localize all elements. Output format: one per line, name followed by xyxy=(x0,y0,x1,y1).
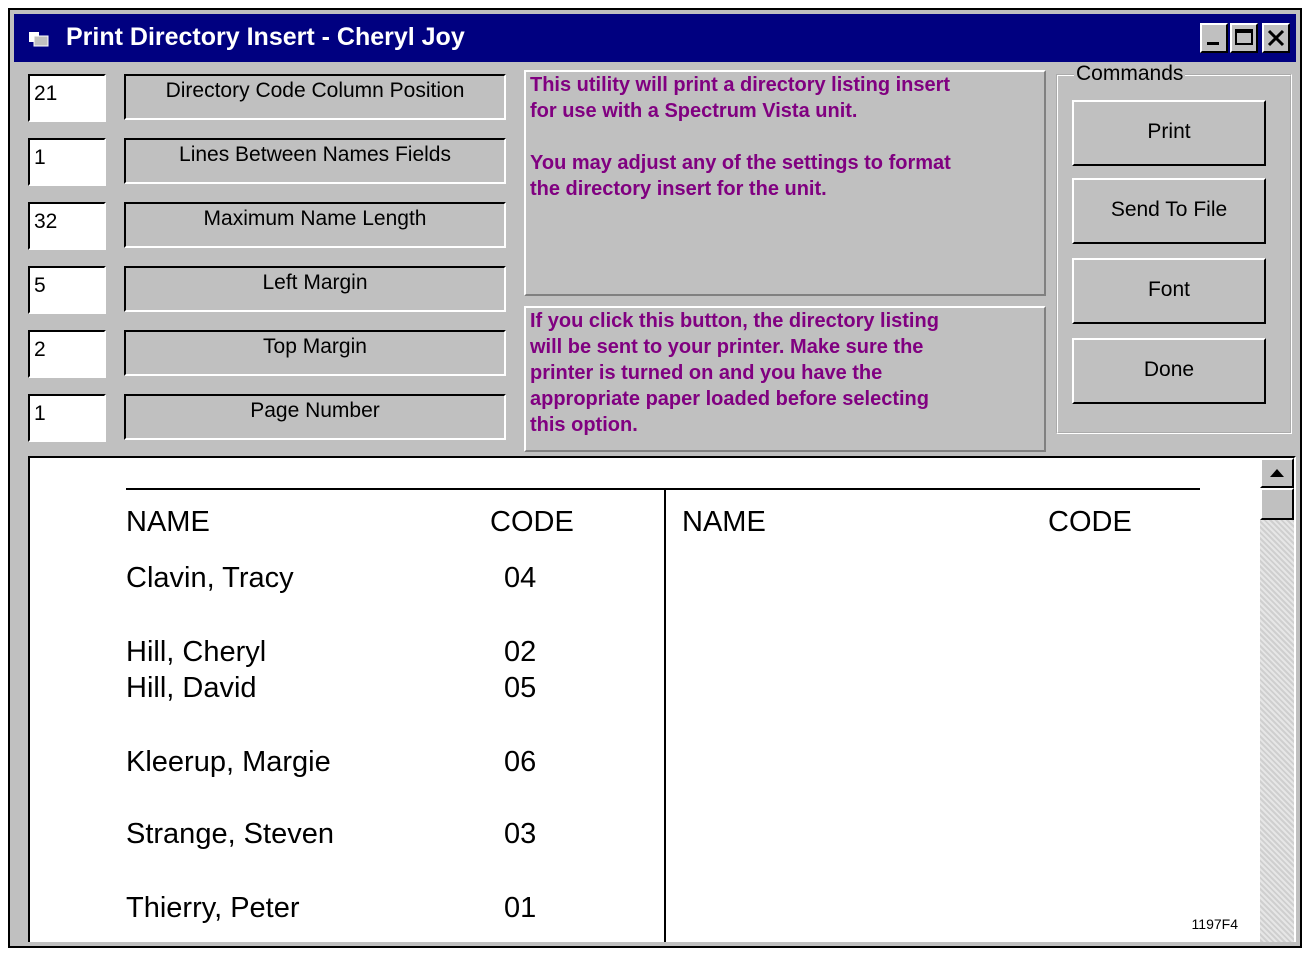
commands-group: Commands Print Send To File Font Done xyxy=(1056,62,1292,434)
scroll-thumb[interactable] xyxy=(1260,488,1294,520)
help-text-line: appropriate paper loaded before selectin… xyxy=(530,388,929,410)
top-margin-label: Top Margin xyxy=(124,330,506,376)
window-title: Print Directory Insert - Cheryl Joy xyxy=(66,23,465,51)
right-code-header: CODE xyxy=(1048,506,1132,538)
title-bar[interactable]: Print Directory Insert - Cheryl Joy xyxy=(14,14,1296,62)
header-rule xyxy=(126,488,1200,490)
close-icon xyxy=(1267,29,1285,47)
code-column-position-input[interactable]: 21 xyxy=(28,74,106,122)
font-button[interactable]: Font xyxy=(1072,258,1266,324)
entry-name: Strange, Steven xyxy=(126,818,334,850)
intro-text-line: You may adjust any of the settings to fo… xyxy=(530,152,951,174)
done-button[interactable]: Done xyxy=(1072,338,1266,404)
entry-name: Thierry, Peter xyxy=(126,892,300,924)
lines-between-names-label: Lines Between Names Fields xyxy=(124,138,506,184)
up-arrow-icon xyxy=(1270,469,1284,477)
commands-legend: Commands xyxy=(1074,62,1186,86)
entry-name: Hill, Cheryl xyxy=(126,636,267,668)
help-text-line: If you click this button, the directory … xyxy=(530,310,939,332)
intro-text-line: the directory insert for the unit. xyxy=(530,178,827,200)
left-margin-input[interactable]: 5 xyxy=(28,266,106,314)
directory-preview: NAME CODE NAME CODE Clavin, Tracy 04 Hil… xyxy=(28,456,1296,942)
print-directory-window: Print Directory Insert - Cheryl Joy 21 D… xyxy=(8,8,1302,948)
help-text-line: will be sent to your printer. Make sure … xyxy=(530,336,924,358)
maximize-button[interactable] xyxy=(1230,23,1258,53)
minimize-button[interactable] xyxy=(1200,23,1228,53)
send-to-file-button[interactable]: Send To File xyxy=(1072,178,1266,244)
app-icon xyxy=(29,32,49,47)
left-margin-label: Left Margin xyxy=(124,266,506,312)
entry-name: Kleerup, Margie xyxy=(126,746,331,778)
maximum-name-length-label: Maximum Name Length xyxy=(124,202,506,248)
lines-between-names-input[interactable]: 1 xyxy=(28,138,106,186)
close-button[interactable] xyxy=(1262,23,1290,53)
minimize-icon xyxy=(1207,42,1219,45)
entry-code: 04 xyxy=(504,562,537,594)
help-text-line: this option. xyxy=(530,414,638,436)
intro-text-line: for use with a Spectrum Vista unit. xyxy=(530,100,858,122)
figure-id: 1197F4 xyxy=(1191,916,1238,932)
vertical-scrollbar[interactable] xyxy=(1260,458,1294,942)
help-info-panel: If you click this button, the directory … xyxy=(524,306,1046,452)
left-name-header: NAME xyxy=(126,506,210,538)
right-name-header: NAME xyxy=(682,506,766,538)
top-margin-input[interactable]: 2 xyxy=(28,330,106,378)
entry-name: Hill, David xyxy=(126,672,257,704)
intro-info-panel: This utility will print a directory list… xyxy=(524,70,1046,296)
code-column-position-label: Directory Code Column Position xyxy=(124,74,506,120)
entry-code: 05 xyxy=(504,672,537,704)
page-number-input[interactable]: 1 xyxy=(28,394,106,442)
entry-name: Clavin, Tracy xyxy=(126,562,294,594)
entry-code: 01 xyxy=(504,892,537,924)
page-number-label: Page Number xyxy=(124,394,506,440)
column-divider xyxy=(664,488,666,942)
entry-code: 02 xyxy=(504,636,537,668)
entry-code: 06 xyxy=(504,746,537,778)
intro-text-line: This utility will print a directory list… xyxy=(530,74,951,96)
print-button[interactable]: Print xyxy=(1072,100,1266,166)
left-code-header: CODE xyxy=(490,506,574,538)
help-text-line: printer is turned on and you have the xyxy=(530,362,883,384)
scroll-up-button[interactable] xyxy=(1260,458,1294,488)
maximum-name-length-input[interactable]: 32 xyxy=(28,202,106,250)
maximize-icon xyxy=(1235,29,1253,45)
entry-code: 03 xyxy=(504,818,537,850)
